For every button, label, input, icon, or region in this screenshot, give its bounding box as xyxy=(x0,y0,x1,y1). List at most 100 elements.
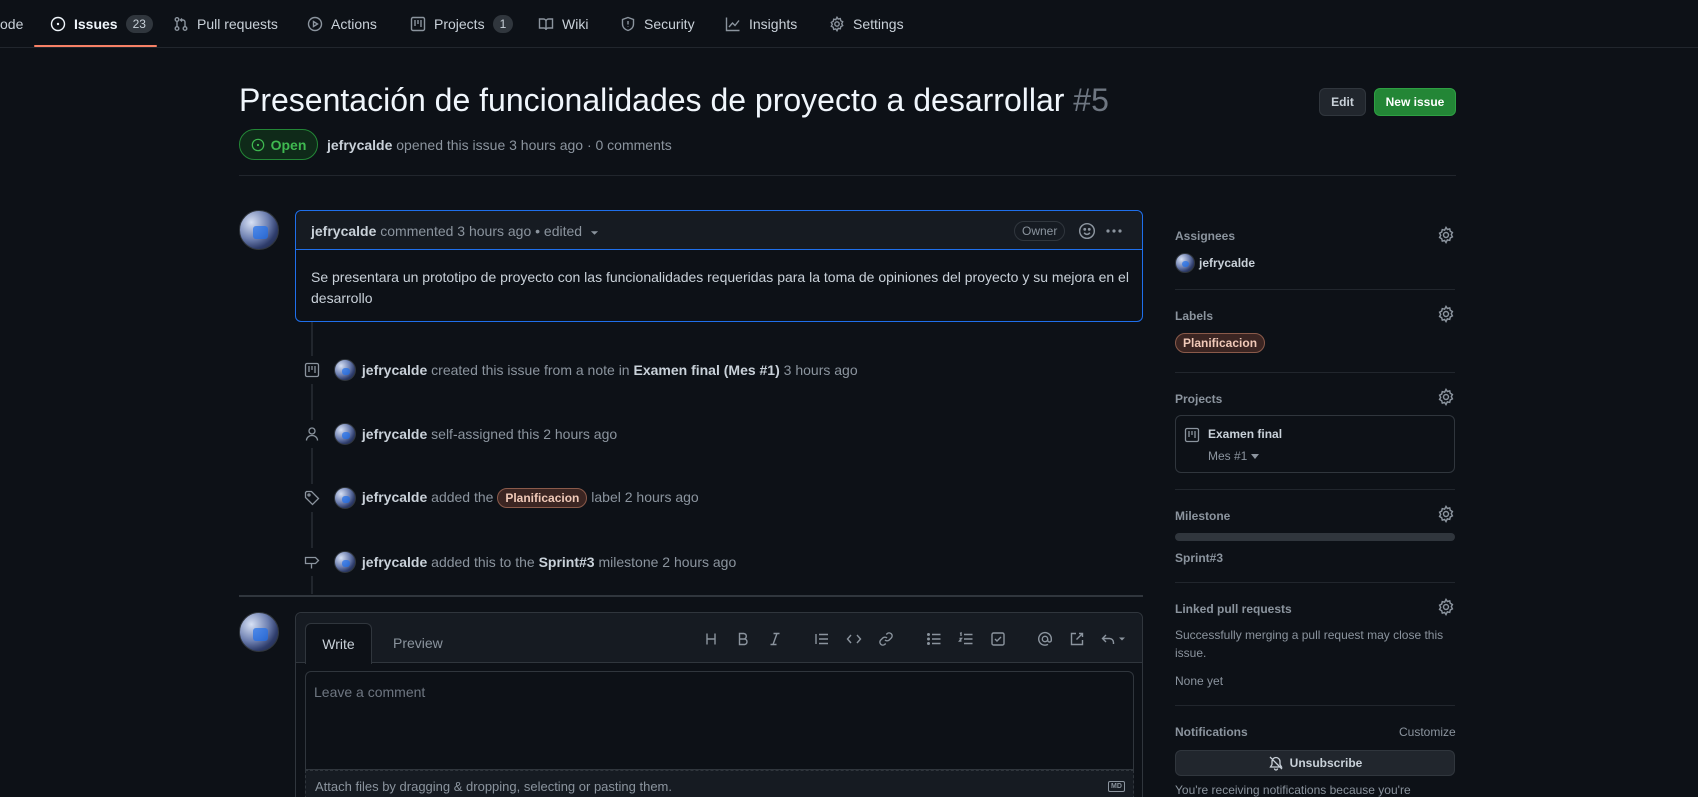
event-actor-link[interactable]: jefrycalde xyxy=(362,362,427,378)
linked-prs-description-cont: issue. xyxy=(1175,646,1207,660)
comment-textarea[interactable]: Leave a comment xyxy=(305,671,1134,770)
issue-meta-text: opened this issue 3 hours ago · 0 commen… xyxy=(396,137,672,153)
timeline-end-divider xyxy=(239,595,1143,597)
sidebar-divider xyxy=(1175,289,1455,290)
issues-counter: 23 xyxy=(125,15,153,33)
issue-author-link[interactable]: jefrycalde xyxy=(327,137,392,153)
sidebar-divider xyxy=(1175,705,1455,706)
timeline-event-milestoned: jefrycalde added this to the Sprint#3 mi… xyxy=(298,547,736,577)
comment-meta-text[interactable]: commented 3 hours ago • edited xyxy=(380,223,582,239)
event-milestone-link[interactable]: Sprint#3 xyxy=(539,554,595,570)
italic-icon[interactable] xyxy=(765,629,785,649)
timeline-event-labeled: jefrycalde added the Planificacion label… xyxy=(298,483,699,513)
issue-opened-icon xyxy=(251,138,265,152)
tab-preview[interactable]: Preview xyxy=(393,635,443,651)
git-pull-request-icon xyxy=(173,16,189,32)
graph-icon xyxy=(725,16,741,32)
attach-files-area[interactable]: Attach files by dragging & dropping, sel… xyxy=(305,770,1134,797)
unsubscribe-button[interactable]: Unsubscribe xyxy=(1175,750,1455,776)
tab-pull-requests[interactable]: Pull requests xyxy=(173,0,278,48)
smiley-icon[interactable] xyxy=(1078,222,1096,240)
comment-meta: jefrycalde commented 3 hours ago • edite… xyxy=(311,223,582,239)
customize-link[interactable]: Customize xyxy=(1399,725,1456,739)
project-name-link[interactable]: Examen final xyxy=(1208,427,1282,441)
event-actor-link[interactable]: jefrycalde xyxy=(362,426,427,442)
editor-header: Write Preview xyxy=(296,613,1142,664)
label-planificacion[interactable]: Planificacion xyxy=(497,488,588,508)
linked-prs-gear-icon[interactable] xyxy=(1437,598,1455,616)
assignee-name: jefrycalde xyxy=(1199,256,1256,270)
assignees-heading[interactable]: Assignees xyxy=(1175,229,1235,243)
triangle-down-icon xyxy=(1251,453,1260,459)
tab-code[interactable]: ode xyxy=(0,0,23,48)
issue-state-label: Open xyxy=(270,136,307,153)
reply-icon[interactable] xyxy=(1099,629,1129,649)
event-time[interactable]: 2 hours ago xyxy=(543,426,617,442)
event-avatar[interactable] xyxy=(334,423,356,445)
sidebar-label-planificacion[interactable]: Planificacion xyxy=(1175,333,1266,353)
comment-author-avatar[interactable] xyxy=(239,210,279,250)
event-time[interactable]: 3 hours ago xyxy=(784,362,858,378)
tab-wiki[interactable]: Wiki xyxy=(538,0,588,48)
linked-prs-heading[interactable]: Linked pull requests xyxy=(1175,602,1292,616)
issue-opened-icon xyxy=(50,16,66,32)
unordered-list-icon[interactable] xyxy=(924,629,944,649)
event-time[interactable]: 2 hours ago xyxy=(625,489,699,505)
owner-badge: Owner xyxy=(1014,221,1066,241)
new-issue-button[interactable]: New issue xyxy=(1374,88,1456,116)
ordered-list-icon[interactable] xyxy=(956,629,976,649)
project-column-select[interactable]: Mes #1 xyxy=(1208,449,1260,463)
tab-projects[interactable]: Projects 1 xyxy=(410,0,514,48)
milestone-link[interactable]: Sprint#3 xyxy=(1175,551,1223,565)
timeline-event-assigned: jefrycalde self-assigned this 2 hours ag… xyxy=(298,419,617,449)
tab-actions[interactable]: Actions xyxy=(307,0,377,48)
event-time[interactable]: 2 hours ago xyxy=(662,554,736,570)
code-icon[interactable] xyxy=(844,629,864,649)
tab-settings[interactable]: Settings xyxy=(829,0,904,48)
event-project-link[interactable]: Examen final (Mes #1) xyxy=(633,362,779,378)
assignees-gear-icon[interactable] xyxy=(1437,226,1455,244)
cross-reference-icon[interactable] xyxy=(1067,629,1087,649)
comment-author-link[interactable]: jefrycalde xyxy=(311,223,376,239)
quote-icon[interactable] xyxy=(812,629,832,649)
link-icon[interactable] xyxy=(876,629,896,649)
issue-title: Presentación de funcionalidades de proye… xyxy=(239,82,1109,119)
assignee-item[interactable]: jefrycalde xyxy=(1175,253,1255,273)
current-user-avatar[interactable] xyxy=(239,612,279,652)
tasklist-icon[interactable] xyxy=(988,629,1008,649)
unsubscribe-label: Unsubscribe xyxy=(1289,756,1363,770)
event-avatar[interactable] xyxy=(334,551,356,573)
sidebar-divider xyxy=(1175,372,1455,373)
bold-icon[interactable] xyxy=(733,629,753,649)
tab-security[interactable]: Security xyxy=(620,0,695,48)
markdown-icon[interactable]: MD xyxy=(1108,781,1125,792)
event-actor-link[interactable]: jefrycalde xyxy=(362,489,427,505)
labels-gear-icon[interactable] xyxy=(1437,305,1455,323)
event-text-suffix: label xyxy=(591,489,621,505)
milestone-heading[interactable]: Milestone xyxy=(1175,509,1230,523)
projects-gear-icon[interactable] xyxy=(1437,388,1455,406)
tab-projects-label: Projects xyxy=(434,16,485,32)
timeline-event-created: jefrycalde created this issue from a not… xyxy=(298,355,858,385)
heading-icon[interactable] xyxy=(701,629,721,649)
event-avatar[interactable] xyxy=(334,359,356,381)
project-card: Examen final Mes #1 xyxy=(1175,415,1455,473)
event-text: self-assigned this xyxy=(431,426,540,442)
event-avatar[interactable] xyxy=(334,487,356,509)
milestone-gear-icon[interactable] xyxy=(1437,505,1455,523)
issue-meta: jefrycalde opened this issue 3 hours ago… xyxy=(327,137,672,153)
labels-heading[interactable]: Labels xyxy=(1175,309,1213,323)
kebab-horizontal-icon[interactable] xyxy=(1104,222,1124,240)
tab-issues[interactable]: Issues 23 xyxy=(50,0,153,48)
tab-write[interactable]: Write xyxy=(305,623,372,664)
mention-icon[interactable] xyxy=(1035,629,1055,649)
edit-button[interactable]: Edit xyxy=(1319,88,1366,116)
new-comment-form: Write Preview Leave a comment Attach fil… xyxy=(295,612,1143,797)
chevron-down-icon[interactable] xyxy=(590,230,599,236)
sidebar-divider xyxy=(1175,582,1455,583)
person-icon xyxy=(298,420,326,448)
tab-settings-label: Settings xyxy=(853,16,904,32)
tab-insights[interactable]: Insights xyxy=(725,0,797,48)
event-actor-link[interactable]: jefrycalde xyxy=(362,554,427,570)
projects-heading[interactable]: Projects xyxy=(1175,392,1222,406)
